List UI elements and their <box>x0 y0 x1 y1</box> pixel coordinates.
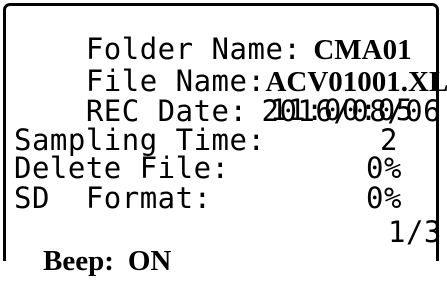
sd-format-label[interactable]: SD Format: <box>14 184 212 213</box>
page-indicator: 1/3 <box>388 215 442 249</box>
beep-row[interactable]: Beep: ON <box>14 218 171 305</box>
delete-file-label[interactable]: Delete File: <box>14 154 230 183</box>
sd-format-value: 0% <box>366 181 402 215</box>
delete-file-value: 0% <box>366 151 402 185</box>
rec-time-value: 11:00:05 <box>270 93 414 127</box>
lcd-screen: Folder Name: CMA01 File Name:ACV01001.XLS… <box>0 0 447 276</box>
beep-value: ON <box>127 245 172 277</box>
beep-label: Beep: <box>43 245 114 277</box>
